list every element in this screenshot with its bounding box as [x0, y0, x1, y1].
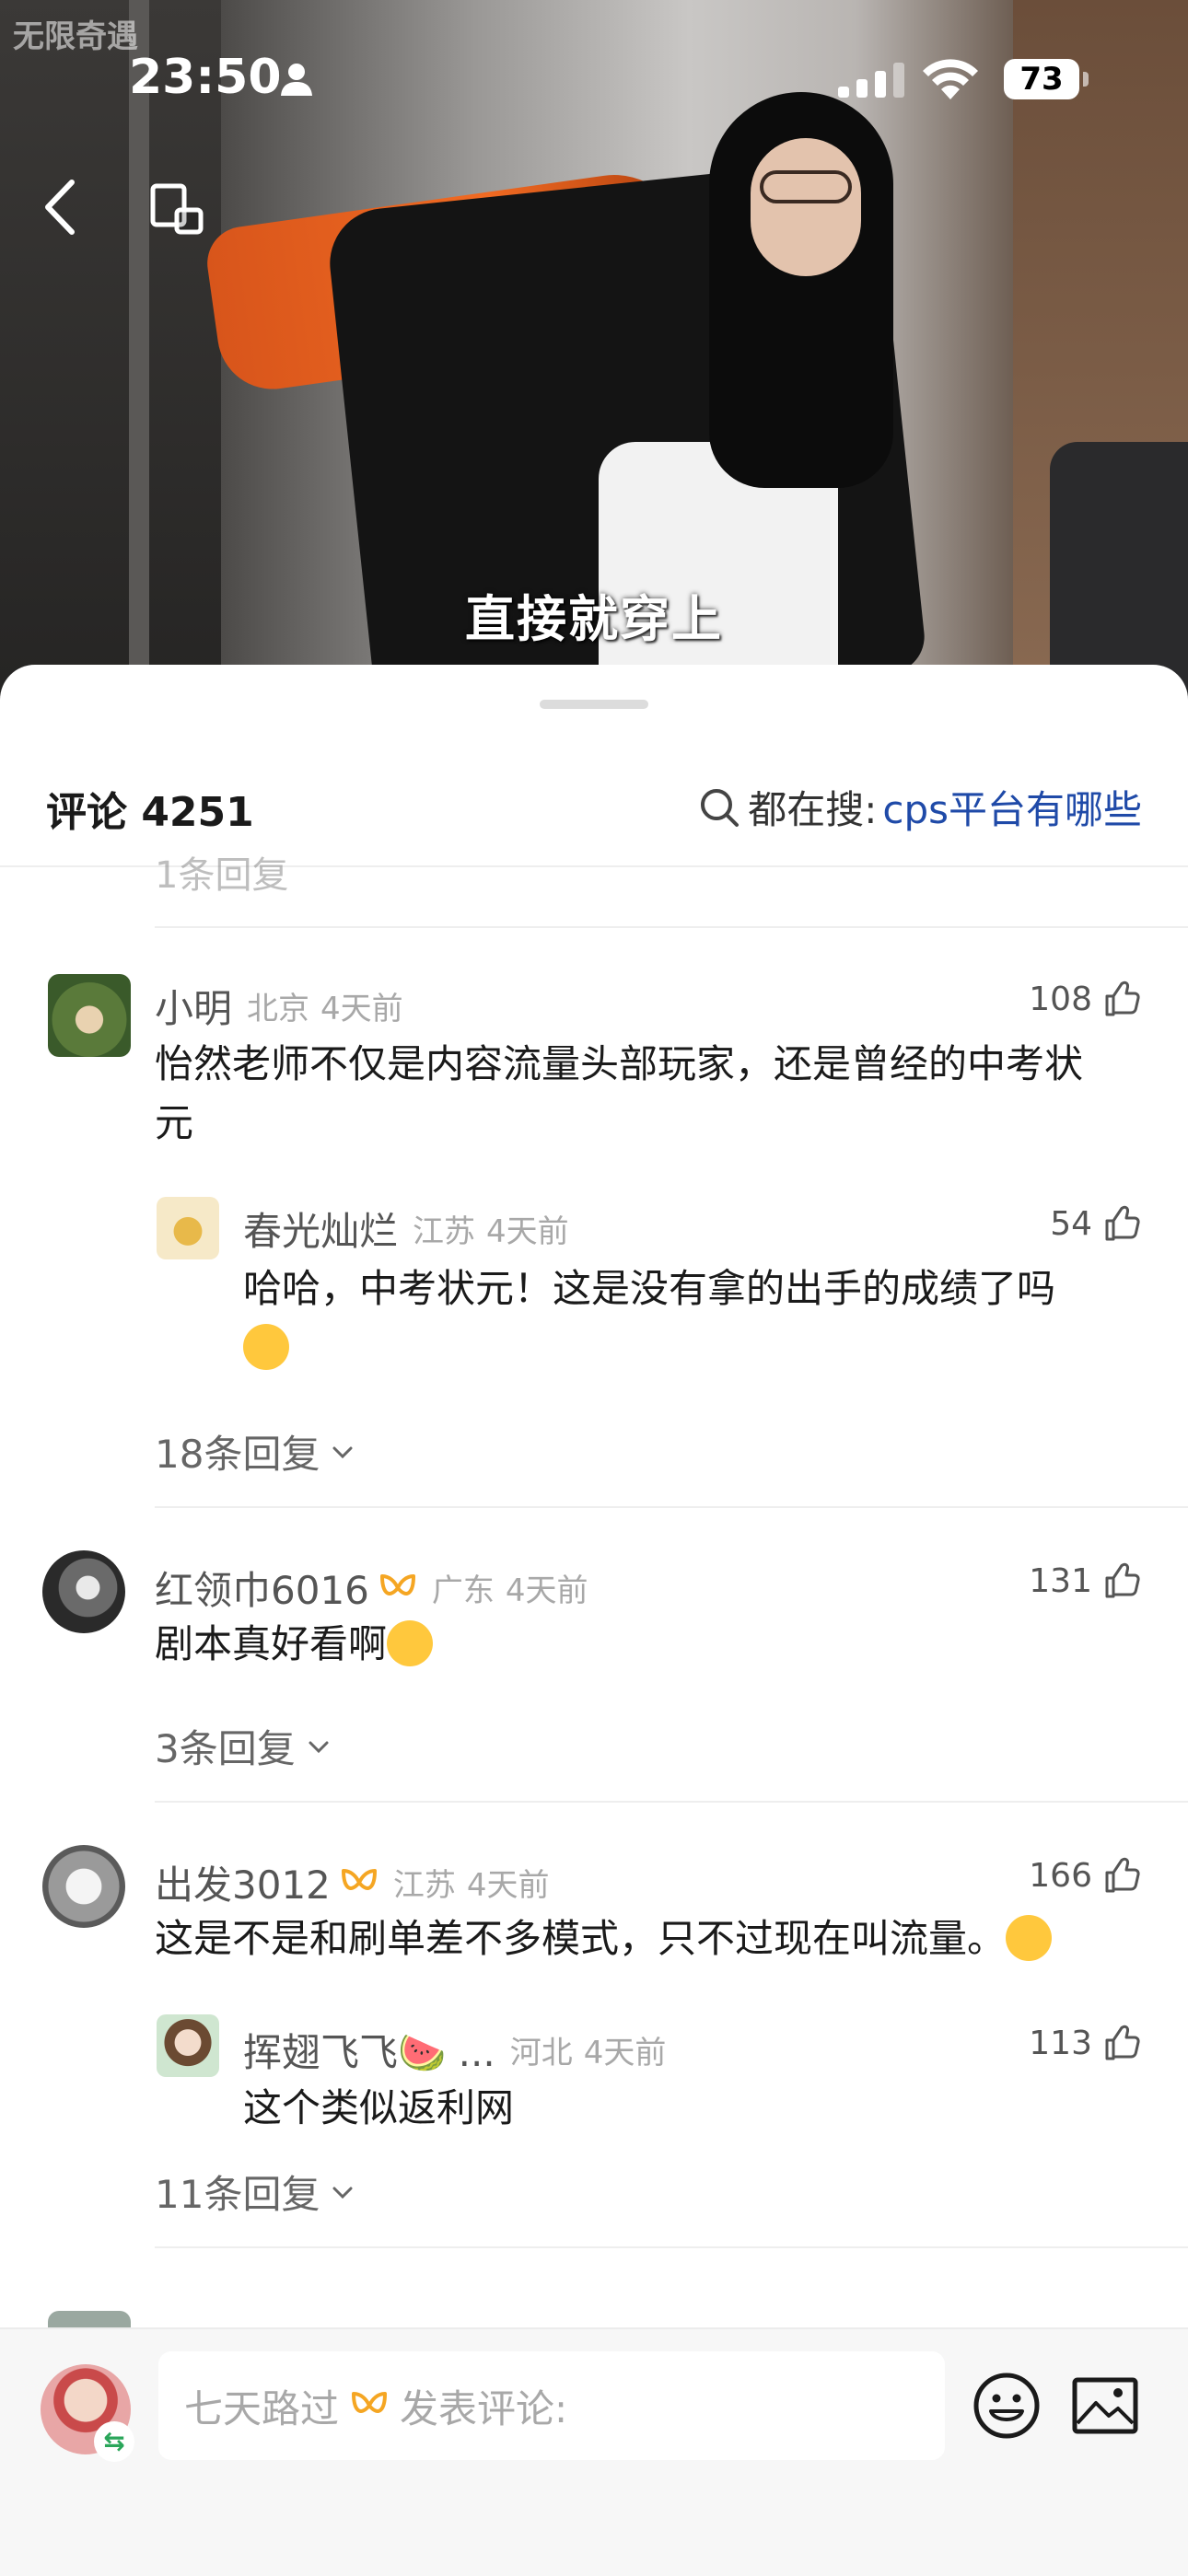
comment-count: 评论 4251 [46, 789, 254, 836]
comment-text-line: 元 [155, 1100, 194, 1145]
reply-author-name[interactable]: 春光灿烂 [243, 1201, 398, 1257]
thumbs-up-icon [1105, 1205, 1140, 1241]
reply-author[interactable]: 挥翅飞飞🍉 ... 河北 4天前 [243, 2022, 666, 2078]
replies-label: 18条回复 [155, 1432, 320, 1477]
sheet-drag-handle[interactable] [540, 700, 648, 709]
comment-location: 广东 [431, 1572, 495, 1609]
reply-time: 4天前 [583, 2035, 667, 2071]
expand-replies-button[interactable]: 11条回复 [155, 2164, 356, 2220]
comment-text[interactable]: 剧本真好看啊 [155, 1615, 1149, 1674]
reply-avatar[interactable] [157, 1197, 219, 1259]
reply-text[interactable]: 哈哈，中考状元！这是没有拿的出手的成绩了吗 [243, 1259, 1155, 1377]
screen-rotate-icon[interactable] [149, 182, 204, 236]
comment-author-name[interactable]: 小明 [155, 978, 232, 1034]
thumbs-up-icon [1105, 1857, 1140, 1893]
comment-author-name[interactable]: 红领巾6016 [155, 1560, 369, 1616]
reply-location: 河北 [509, 2035, 573, 2071]
vip-badge-icon [352, 2392, 388, 2413]
wifi-icon [923, 59, 978, 99]
divider [155, 1801, 1188, 1803]
reply-like-button[interactable]: 54 [1050, 1204, 1142, 1243]
vip-badge-icon [379, 1573, 415, 1595]
avatar[interactable] [48, 974, 131, 1057]
comment-time: 4天前 [466, 1867, 550, 1904]
chevron-down-icon [332, 2187, 353, 2199]
divider [155, 926, 1188, 928]
like-count: 131 [1029, 1561, 1092, 1600]
status-bar: 23:50 73 [0, 0, 1188, 157]
replies-label: 3条回复 [155, 1726, 296, 1771]
input-placeholder: 发表评论: [400, 2385, 568, 2431]
laugh-cry-emoji-icon [1006, 1915, 1053, 1961]
like-count: 113 [1029, 2024, 1092, 2062]
reply-time: 4天前 [486, 1213, 569, 1250]
back-arrow-icon[interactable] [37, 175, 83, 239]
like-button[interactable]: 108 [1029, 980, 1142, 1018]
reply-author[interactable]: 春光灿烂 江苏 4天前 [243, 1201, 569, 1257]
comment-time: 4天前 [505, 1572, 588, 1609]
comment-text-line: 剧本真好看啊 [155, 1621, 388, 1666]
reply-location: 江苏 [413, 1213, 476, 1250]
search-keyword[interactable]: cps平台有哪些 [882, 779, 1142, 835]
chevron-down-icon [309, 1741, 329, 1753]
reply-text-line: 哈哈，中考状元！这是没有拿的出手的成绩了吗 [243, 1266, 1056, 1311]
divider [155, 2246, 1188, 2248]
search-prefix: 都在搜: [748, 787, 878, 832]
video-person-glasses [760, 170, 852, 203]
search-icon [701, 788, 740, 827]
like-button[interactable]: 166 [1029, 1856, 1142, 1895]
vip-badge-icon [341, 1868, 377, 1890]
reply-avatar[interactable] [157, 2014, 219, 2077]
comment-text-line: 这是不是和刷单差不多模式，只不过现在叫流量。 [155, 1916, 1007, 1961]
comment-input-bar: ⇆ 七天路过 发表评论: [0, 2327, 1188, 2576]
comment-location: 北京 [247, 991, 310, 1027]
avatar[interactable] [42, 1550, 125, 1633]
comment-input[interactable]: 七天路过 发表评论: [158, 2351, 945, 2460]
thumbs-up-icon [1105, 2025, 1140, 2060]
thumbs-up-icon [1105, 1562, 1140, 1598]
comment-text-line: 怡然老师不仅是内容流量头部玩家，还是曾经的中考状 [155, 1041, 1084, 1086]
comment-location: 江苏 [392, 1867, 456, 1904]
image-picker-icon[interactable] [1072, 2377, 1138, 2434]
like-button[interactable]: 131 [1029, 1561, 1142, 1600]
person-icon [281, 64, 312, 96]
expand-replies-button[interactable]: 3条回复 [155, 1718, 332, 1774]
comment-author-name[interactable]: 出发3012 [155, 1854, 331, 1910]
divider [155, 1506, 1188, 1508]
comment-text[interactable]: 这是不是和刷单差不多模式，只不过现在叫流量。 [155, 1909, 1168, 1968]
replies-label: 11条回复 [155, 2172, 320, 2217]
avatar[interactable] [42, 1845, 125, 1928]
comment-author[interactable]: 小明 北京 4天前 [155, 978, 403, 1034]
like-count: 108 [1029, 980, 1092, 1018]
expand-replies-button[interactable]: 18条回复 [155, 1423, 356, 1479]
comment-text[interactable]: 怡然老师不仅是内容流量头部玩家，还是曾经的中考状 元 [155, 1035, 1149, 1153]
switch-account-icon[interactable]: ⇆ [94, 2421, 134, 2462]
video-person-face [751, 138, 861, 276]
thumbs-up-icon [1105, 981, 1140, 1016]
partial-replies-row[interactable]: 1条回复 [155, 845, 288, 899]
video-player[interactable]: 无限奇遇 直接就穿上 23:50 73 [0, 0, 1188, 718]
status-time: 23:50 [129, 50, 282, 105]
cellular-signal-icon [838, 63, 904, 98]
comment-author[interactable]: 红领巾6016 广东 4天前 [155, 1560, 588, 1616]
grin-emoji-icon [387, 1620, 434, 1666]
input-user-name: 七天路过 [184, 2385, 340, 2431]
reply-like-button[interactable]: 113 [1029, 2024, 1142, 2062]
reply-text-line: 这个类似返利网 [243, 2085, 515, 2130]
search-suggestion[interactable]: 都在搜: cps平台有哪些 [698, 779, 1142, 835]
comment-sheet: 评论 4251 都在搜: cps平台有哪些 1条回复 小明 北京 4天前 108… [0, 665, 1188, 2574]
video-subtitle: 直接就穿上 [465, 590, 723, 648]
like-count: 54 [1050, 1204, 1092, 1243]
emoji-picker-icon[interactable] [973, 2372, 1041, 2440]
comment-author[interactable]: 出发3012 江苏 4天前 [155, 1854, 550, 1910]
comment-time: 4天前 [320, 991, 403, 1027]
like-count: 166 [1029, 1856, 1092, 1895]
laugh-cry-emoji-icon [243, 1324, 289, 1370]
reply-author-name[interactable]: 挥翅飞飞🍉 ... [243, 2022, 495, 2078]
reply-text[interactable]: 这个类似返利网 [243, 2079, 1155, 2138]
battery-icon: 73 [1004, 59, 1089, 99]
chevron-down-icon [332, 1446, 353, 1458]
